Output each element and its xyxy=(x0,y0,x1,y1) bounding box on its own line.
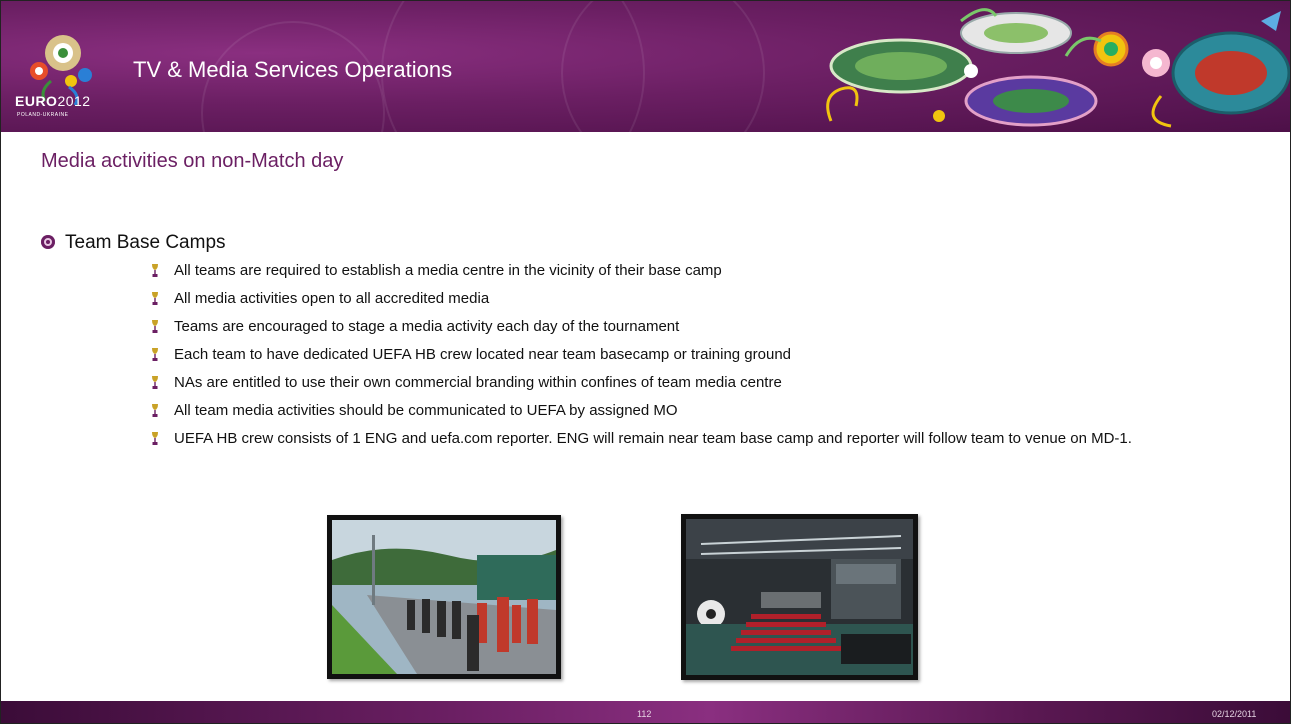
trophy-bullet-icon xyxy=(152,432,158,445)
photo-fans-outdoor xyxy=(327,515,561,679)
list-item: All team media activities should be comm… xyxy=(151,401,1151,420)
trophy-bullet-icon xyxy=(152,320,158,333)
app-title: TV & Media Services Operations xyxy=(133,57,453,82)
list-item: UEFA HB crew consists of 1 ENG and uefa.… xyxy=(151,429,1151,448)
list-item: Each team to have dedicated UEFA HB crew… xyxy=(151,345,1151,364)
ball-bullet-icon xyxy=(41,235,55,249)
trophy-bullet-icon xyxy=(152,348,158,361)
section-heading: Team Base Camps xyxy=(41,232,226,254)
list-item-text: All team media activities should be comm… xyxy=(174,402,678,419)
slide: EURO2012 POLAND-UKRAINE TV & Media Servi… xyxy=(0,0,1291,724)
header-banner: EURO2012 POLAND-UKRAINE TV & Media Servi… xyxy=(1,1,1290,132)
list-item: Teams are encouraged to stage a media ac… xyxy=(151,317,1151,336)
bullet-list: All teams are required to establish a me… xyxy=(151,261,1151,457)
stadium-flowers-artwork xyxy=(826,8,1290,128)
list-item-text: Teams are encouraged to stage a media ac… xyxy=(174,318,680,335)
slide-subtitle: Media activities on non-Match day xyxy=(41,150,344,172)
list-item: NAs are entitled to use their own commer… xyxy=(151,373,1151,392)
list-item-text: Each team to have dedicated UEFA HB crew… xyxy=(174,346,792,363)
trophy-bullet-icon xyxy=(152,404,158,417)
list-item-text: UEFA HB crew consists of 1 ENG and uefa.… xyxy=(174,430,1132,447)
list-item: All teams are required to establish a me… xyxy=(151,261,1151,280)
list-item-text: All media activities open to all accredi… xyxy=(174,290,490,307)
logo-subtext: POLAND-UKRAINE xyxy=(17,112,69,118)
logo-wordmark: EURO2012 xyxy=(15,93,91,109)
trophy-bullet-icon xyxy=(152,292,158,305)
page-number: 112 xyxy=(637,709,652,719)
list-item-text: NAs are entitled to use their own commer… xyxy=(174,374,782,391)
trophy-bullet-icon xyxy=(152,376,158,389)
list-item-text: All teams are required to establish a me… xyxy=(174,262,722,279)
list-item: All media activities open to all accredi… xyxy=(151,289,1151,308)
section-heading-text: Team Base Camps xyxy=(65,232,226,253)
footer-date: 02/12/2011 xyxy=(1212,709,1257,719)
trophy-bullet-icon xyxy=(152,264,158,277)
photo-media-centre xyxy=(681,514,918,680)
